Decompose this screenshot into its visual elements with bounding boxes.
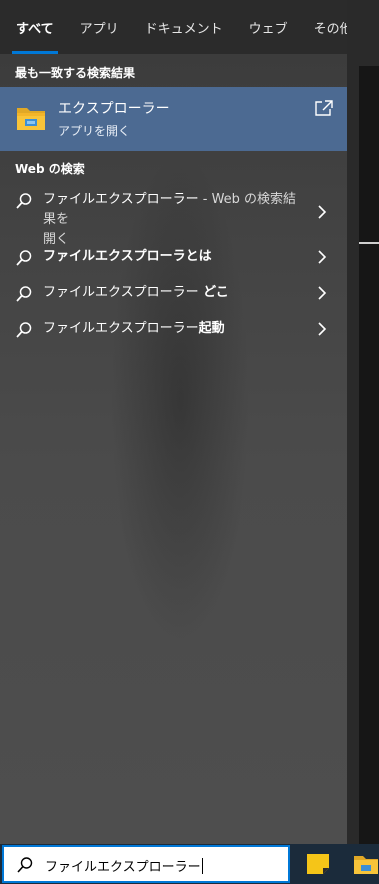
best-match-name: エクスプローラー <box>58 101 170 117</box>
open-external-icon[interactable] <box>314 99 334 117</box>
web-result-query: ファイルエクスプローラー <box>43 285 199 300</box>
web-search-heading: Web の検索 <box>15 162 85 176</box>
web-result-text: ファイルエクスプローラー起動 <box>43 319 299 339</box>
web-result-suffix: 起動 <box>198 321 225 336</box>
search-results-panel: すべて アプリ ドキュメント ウェブ その他 最も一致する検索結果 エクスプロー… <box>0 0 369 844</box>
web-result-row[interactable]: ファイルエクスプローラー どこ <box>0 280 347 308</box>
best-match-result[interactable]: エクスプローラー アプリを開く <box>0 87 347 151</box>
search-filter-tabs: すべて アプリ ドキュメント ウェブ その他 <box>0 0 369 54</box>
file-explorer-folder-icon <box>17 108 45 130</box>
tab-label: すべて <box>16 21 54 37</box>
web-result-text: ファイルエクスプローラー - Web の検索結果を 開く <box>43 190 299 250</box>
background-window <box>347 0 379 844</box>
web-result-suffix: どこ <box>198 285 229 300</box>
chevron-right-icon <box>318 322 327 336</box>
search-query-value: ファイルエクスプローラー <box>45 860 201 875</box>
search-icon <box>16 193 32 209</box>
web-result-query: ファイルエクスプローラー <box>43 321 199 336</box>
tab-label: ウェブ <box>248 21 288 37</box>
search-icon <box>16 250 32 266</box>
search-window: すべて アプリ ドキュメント ウェブ その他 最も一致する検索結果 エクスプロー… <box>0 0 379 884</box>
search-icon <box>16 322 32 338</box>
taskbar-search-input[interactable]: ファイルエクスプローラー <box>2 845 290 883</box>
search-query-text: ファイルエクスプローラー <box>45 856 203 875</box>
tab-label: アプリ <box>79 21 119 37</box>
web-result-query: ファイルエクスプローラー <box>43 192 199 207</box>
file-explorer-taskbar-icon[interactable] <box>353 852 379 876</box>
chevron-right-icon <box>318 250 327 264</box>
background-window-content <box>359 66 379 844</box>
web-result-text: ファイルエクスプローラー どこ <box>43 283 299 303</box>
chevron-right-icon <box>318 205 327 219</box>
web-result-query: ファイルエクスプローラとは <box>43 249 212 264</box>
tab-web[interactable]: ウェブ <box>249 0 288 54</box>
web-result-text: ファイルエクスプローラとは <box>43 247 299 267</box>
background-window-divider <box>359 242 379 244</box>
tab-documents[interactable]: ドキュメント <box>145 0 223 54</box>
tab-label: ドキュメント <box>144 21 223 37</box>
web-result-row[interactable]: ファイルエクスプローラー - Web の検索結果を 開く <box>0 186 347 247</box>
tab-all[interactable]: すべて <box>12 0 58 54</box>
tab-apps[interactable]: アプリ <box>80 0 119 54</box>
search-icon <box>16 286 32 302</box>
search-icon <box>17 857 33 873</box>
best-match-heading: 最も一致する検索結果 <box>15 66 136 80</box>
web-result-row[interactable]: ファイルエクスプローラー起動 <box>0 316 347 344</box>
text-cursor <box>201 858 203 874</box>
web-result-row[interactable]: ファイルエクスプローラとは <box>0 244 347 272</box>
chevron-right-icon <box>318 286 327 300</box>
sticky-notes-icon[interactable] <box>305 852 331 876</box>
best-match-subtitle: アプリを開く <box>58 124 131 138</box>
